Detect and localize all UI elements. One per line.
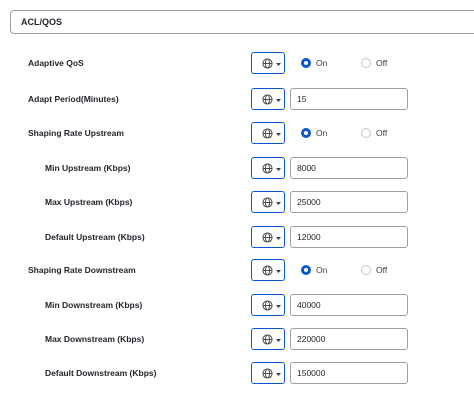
globe-icon [262, 334, 273, 345]
radio-label-on: On [316, 58, 328, 68]
caret-down-icon [276, 99, 281, 102]
caret-down-icon [276, 202, 281, 205]
scope-dropdown-button[interactable] [251, 294, 285, 316]
scope-dropdown-button[interactable] [251, 191, 285, 213]
default-downstream-input[interactable]: 150000 [290, 362, 408, 384]
globe-icon [262, 94, 273, 105]
field-label: Shaping Rate Upstream [28, 128, 124, 138]
section-header-acl-qos[interactable]: ACL/QOS [10, 10, 474, 34]
row-default-upstream: Default Upstream (Kbps) 12000 [0, 226, 474, 250]
scope-dropdown-button[interactable] [251, 157, 285, 179]
caret-down-icon [276, 270, 281, 273]
row-default-downstream: Default Downstream (Kbps) 150000 [0, 362, 474, 386]
radio-off[interactable] [361, 265, 371, 275]
field-label: Max Downstream (Kbps) [45, 334, 145, 344]
radio-off[interactable] [361, 58, 371, 68]
caret-down-icon [276, 63, 281, 66]
radio-on[interactable] [301, 265, 311, 275]
default-upstream-input[interactable]: 12000 [290, 226, 408, 248]
field-label: Max Upstream (Kbps) [45, 197, 133, 207]
caret-down-icon [276, 305, 281, 308]
row-adapt-period: Adapt Period(Minutes) 15 [0, 88, 474, 112]
field-label: Adapt Period(Minutes) [28, 94, 119, 104]
row-adaptive-qos: Adaptive QoS On Off [0, 52, 474, 76]
scope-dropdown-button[interactable] [251, 259, 285, 281]
adapt-period-input[interactable]: 15 [290, 88, 408, 110]
globe-icon [262, 265, 273, 276]
row-min-upstream: Min Upstream (Kbps) 8000 [0, 157, 474, 181]
field-label: Min Upstream (Kbps) [45, 163, 131, 173]
field-label: Shaping Rate Downstream [28, 265, 136, 275]
max-downstream-input[interactable]: 220000 [290, 328, 408, 350]
max-upstream-input[interactable]: 25000 [290, 191, 408, 213]
row-max-downstream: Max Downstream (Kbps) 220000 [0, 328, 474, 352]
scope-dropdown-button[interactable] [251, 122, 285, 144]
row-min-downstream: Min Downstream (Kbps) 40000 [0, 294, 474, 318]
globe-icon [262, 163, 273, 174]
scope-dropdown-button[interactable] [251, 362, 285, 384]
scope-dropdown-button[interactable] [251, 328, 285, 350]
caret-down-icon [276, 237, 281, 240]
scope-dropdown-button[interactable] [251, 52, 285, 74]
caret-down-icon [276, 373, 281, 376]
radio-label-on: On [316, 265, 328, 275]
radio-label-off: Off [376, 58, 388, 68]
radio-label-on: On [316, 128, 328, 138]
radio-label-off: Off [376, 128, 388, 138]
scope-dropdown-button[interactable] [251, 88, 285, 110]
radio-on[interactable] [301, 128, 311, 138]
caret-down-icon [276, 133, 281, 136]
field-label: Adaptive QoS [28, 58, 84, 68]
row-max-upstream: Max Upstream (Kbps) 25000 [0, 191, 474, 215]
min-upstream-input[interactable]: 8000 [290, 157, 408, 179]
row-shaping-rate-downstream: Shaping Rate Downstream On Off [0, 259, 474, 283]
globe-icon [262, 58, 273, 69]
field-label: Default Downstream (Kbps) [45, 368, 157, 378]
field-label: Min Downstream (Kbps) [45, 300, 143, 310]
row-shaping-rate-upstream: Shaping Rate Upstream On Off [0, 122, 474, 146]
caret-down-icon [276, 168, 281, 171]
globe-icon [262, 128, 273, 139]
min-downstream-input[interactable]: 40000 [290, 294, 408, 316]
section-title: ACL/QOS [21, 17, 63, 27]
globe-icon [262, 232, 273, 243]
radio-off[interactable] [361, 128, 371, 138]
radio-label-off: Off [376, 265, 388, 275]
scope-dropdown-button[interactable] [251, 226, 285, 248]
caret-down-icon [276, 339, 281, 342]
globe-icon [262, 368, 273, 379]
globe-icon [262, 197, 273, 208]
field-label: Default Upstream (Kbps) [45, 232, 145, 242]
globe-icon [262, 300, 273, 311]
radio-on[interactable] [301, 58, 311, 68]
